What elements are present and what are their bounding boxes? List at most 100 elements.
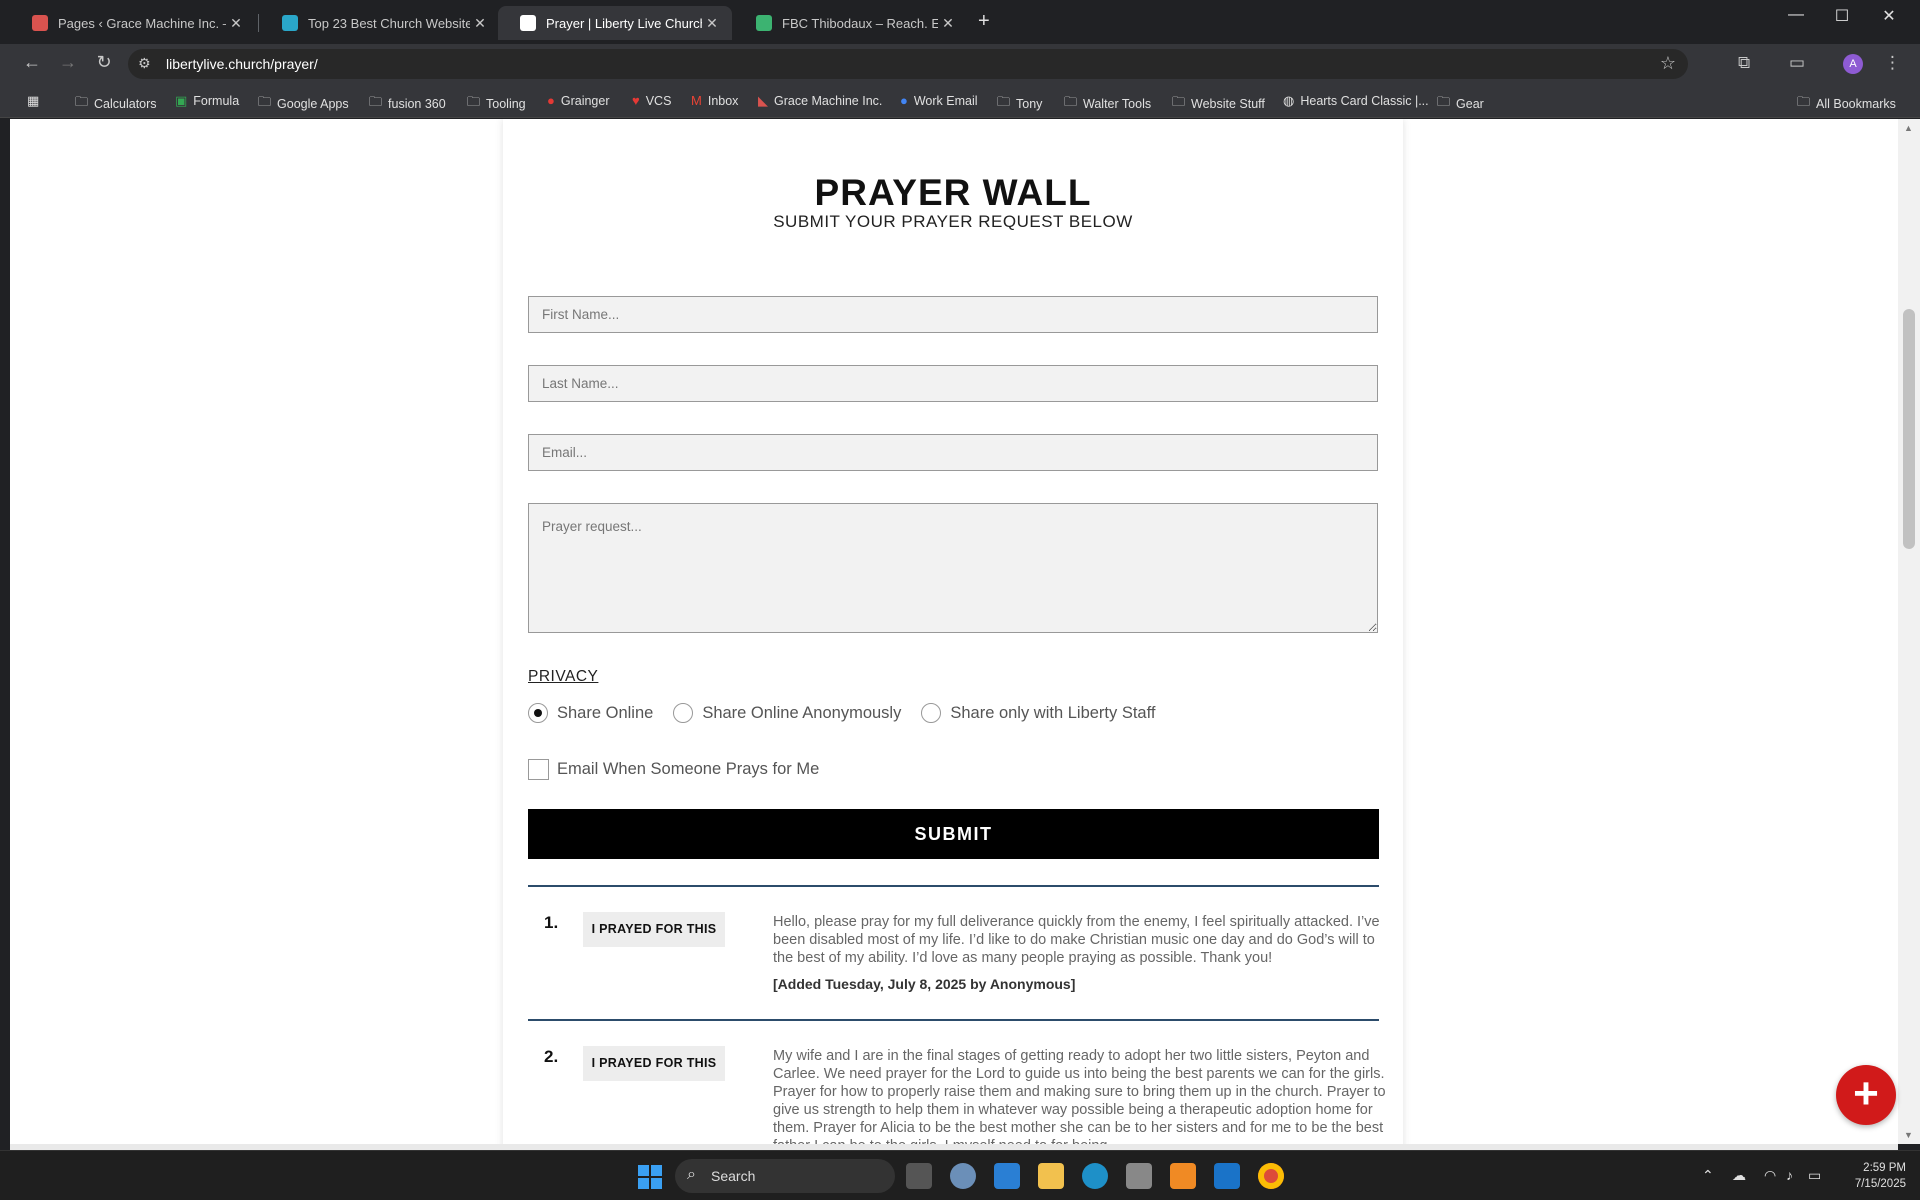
grainger-icon: ● xyxy=(547,93,555,108)
onedrive-icon[interactable]: ☁ xyxy=(1732,1167,1746,1184)
scroll-up-icon[interactable]: ▲ xyxy=(1904,123,1913,133)
tab-search-icon[interactable]: ▭ xyxy=(1789,53,1805,73)
taskbar-clock[interactable]: 2:59 PM 7/15/2025 xyxy=(1810,1160,1906,1192)
file-explorer-icon[interactable] xyxy=(1038,1163,1064,1189)
folder-icon: 🗀 xyxy=(75,94,89,109)
page-title: PRAYER WALL xyxy=(814,172,1092,213)
bookmark-website-stuff[interactable]: 🗀 Website Stuff xyxy=(1172,93,1265,115)
back-icon[interactable]: ← xyxy=(20,52,44,73)
tab-prayer-liberty-live[interactable]: Prayer | Liberty Live Church ✕ xyxy=(498,6,732,40)
radio-share-staff-only[interactable] xyxy=(921,703,942,723)
scroll-down-icon[interactable]: ▼ xyxy=(1904,1130,1913,1140)
bookmark-formula[interactable]: ▣ Formula xyxy=(175,93,239,109)
radio-share-online[interactable] xyxy=(528,703,548,723)
add-prayer-fab-button[interactable]: + xyxy=(1836,1065,1896,1125)
new-tab-icon[interactable]: + xyxy=(978,10,990,33)
windows-start-icon[interactable] xyxy=(638,1165,662,1189)
settings-app-icon[interactable] xyxy=(950,1163,976,1189)
bookmark-tony[interactable]: 🗀 Tony xyxy=(997,93,1042,115)
app-icon[interactable] xyxy=(1126,1163,1152,1189)
taskbar-search-label: Search xyxy=(711,1168,756,1184)
forward-icon[interactable]: → xyxy=(56,52,80,73)
bookmark-google-apps[interactable]: 🗀 Google Apps xyxy=(258,93,349,115)
email-notify-row: Email When Someone Prays for Me xyxy=(528,757,819,781)
bookmark-vcs[interactable]: ♥ VCS xyxy=(632,93,671,108)
bookmark-walter-tools[interactable]: 🗀 Walter Tools xyxy=(1064,93,1151,115)
privacy-heading: PRIVACY xyxy=(528,668,599,685)
submit-button[interactable]: SUBMIT xyxy=(528,809,1379,859)
bookmark-grace-machine[interactable]: ◣ Grace Machine Inc. xyxy=(758,93,882,109)
close-icon[interactable]: ✕ xyxy=(226,15,246,32)
vertical-scrollbar[interactable]: ▲ ▼ xyxy=(1898,119,1920,1144)
bookmark-calculators[interactable]: 🗀 Calculators xyxy=(75,93,157,115)
entry-meta: [Added Tuesday, July 8, 2025 by Anonymou… xyxy=(773,976,1076,992)
email-notify-checkbox[interactable] xyxy=(528,758,549,780)
tab-fbc-thibodaux[interactable]: FBC Thibodaux – Reach. Equip. ✕ xyxy=(734,6,968,40)
email-input[interactable] xyxy=(528,434,1378,471)
taskbar-search[interactable]: ⌕ Search xyxy=(675,1159,895,1193)
fusion-app-icon[interactable] xyxy=(1170,1163,1196,1189)
prayed-for-this-button[interactable]: I PRAYED FOR THIS xyxy=(583,912,725,947)
bookmark-label: Tony xyxy=(1016,97,1043,111)
tab-strip: Pages ‹ Grace Machine Inc. — W ✕ Top 23 … xyxy=(0,0,1920,44)
clock-date: 7/15/2025 xyxy=(1854,1178,1906,1190)
bookmark-fusion-360[interactable]: 🗀 fusion 360 xyxy=(369,93,446,115)
scrollbar-thumb[interactable] xyxy=(1903,309,1915,549)
bookmark-work-email[interactable]: ● Work Email xyxy=(900,93,978,108)
task-view-icon[interactable] xyxy=(906,1163,932,1189)
bookmark-label: Inbox xyxy=(707,93,739,108)
close-icon[interactable]: ✕ xyxy=(938,15,958,32)
menu-dots-icon[interactable]: ⋮ xyxy=(1884,53,1901,73)
all-bookmarks[interactable]: 🗀 All Bookmarks xyxy=(1797,93,1896,115)
bookmark-inbox[interactable]: M Inbox xyxy=(691,93,738,108)
fbc-favicon-icon xyxy=(756,15,772,31)
site-info-icon[interactable]: ⚙ xyxy=(138,55,151,72)
folder-icon: 🗀 xyxy=(1064,94,1078,109)
bookmark-grainger[interactable]: ● Grainger xyxy=(547,93,610,108)
mail-icon: ● xyxy=(900,93,908,108)
close-icon[interactable]: ✕ xyxy=(702,15,722,32)
edge-browser-icon[interactable] xyxy=(1082,1163,1108,1189)
radio-share-anonymously[interactable] xyxy=(673,703,694,723)
tab-church-websites[interactable]: Top 23 Best Church Websites of ✕ xyxy=(260,6,500,40)
profile-avatar[interactable]: A xyxy=(1843,54,1863,74)
vscode-icon[interactable] xyxy=(1214,1163,1240,1189)
last-name-input[interactable] xyxy=(528,365,1378,402)
bookmark-hearts-card[interactable]: ◍ Hearts Card Classic |... xyxy=(1283,93,1429,109)
photos-app-icon[interactable] xyxy=(994,1163,1020,1189)
prayer-request-textarea[interactable] xyxy=(528,503,1378,633)
bookmark-label: fusion 360 xyxy=(388,97,446,111)
page-subtitle: SUBMIT YOUR PRAYER REQUEST BELOW xyxy=(773,212,1133,231)
prayed-for-this-button[interactable]: I PRAYED FOR THIS xyxy=(583,1046,725,1081)
extensions-icon[interactable]: ⧉ xyxy=(1738,53,1750,73)
bookmark-label: Calculators xyxy=(94,97,157,111)
email-notify-label[interactable]: Email When Someone Prays for Me xyxy=(557,760,819,779)
wifi-icon[interactable]: ◠ xyxy=(1764,1167,1776,1184)
bookmark-label: Tooling xyxy=(486,97,526,111)
close-icon[interactable]: ✕ xyxy=(470,15,490,32)
maximize-icon[interactable]: ☐ xyxy=(1819,6,1865,26)
volume-icon[interactable]: ♪ xyxy=(1786,1167,1793,1183)
address-bar[interactable]: ⚙ libertylive.church/prayer/ ☆ xyxy=(128,49,1688,79)
url-text[interactable]: libertylive.church/prayer/ xyxy=(166,56,318,72)
radio-label-share-online[interactable]: Share Online xyxy=(557,704,653,723)
bookmark-star-icon[interactable]: ☆ xyxy=(1660,53,1676,74)
gmail-icon: M xyxy=(691,93,702,108)
minimize-icon[interactable]: — xyxy=(1773,6,1819,24)
entry-divider xyxy=(528,1019,1379,1021)
tab-title: FBC Thibodaux – Reach. Equip. xyxy=(782,15,938,31)
entry-number: 2. xyxy=(544,1047,559,1066)
tab-grace-machine[interactable]: Pages ‹ Grace Machine Inc. — W ✕ xyxy=(10,6,256,40)
bookmark-gear[interactable]: 🗀 Gear xyxy=(1437,93,1484,115)
first-name-input[interactable] xyxy=(528,296,1378,333)
tray-chevron-icon[interactable]: ⌃ xyxy=(1702,1167,1714,1184)
bookmark-tooling[interactable]: 🗀 Tooling xyxy=(467,93,526,115)
bookmark-label: Grace Machine Inc. xyxy=(774,94,883,108)
radio-label-share-staff-only[interactable]: Share only with Liberty Staff xyxy=(950,704,1155,723)
window-close-icon[interactable]: ✕ xyxy=(1866,6,1912,26)
apps-grid-icon[interactable]: ▦ xyxy=(27,93,45,109)
chrome-browser-icon[interactable] xyxy=(1258,1163,1284,1189)
windows-taskbar: ⌕ Search ⌃ ☁ ◠ ♪ ▭ 2:59 PM 7/15/2025 xyxy=(0,1150,1920,1200)
radio-label-share-anonymously[interactable]: Share Online Anonymously xyxy=(702,704,901,723)
reload-icon[interactable]: ↻ xyxy=(92,52,116,73)
